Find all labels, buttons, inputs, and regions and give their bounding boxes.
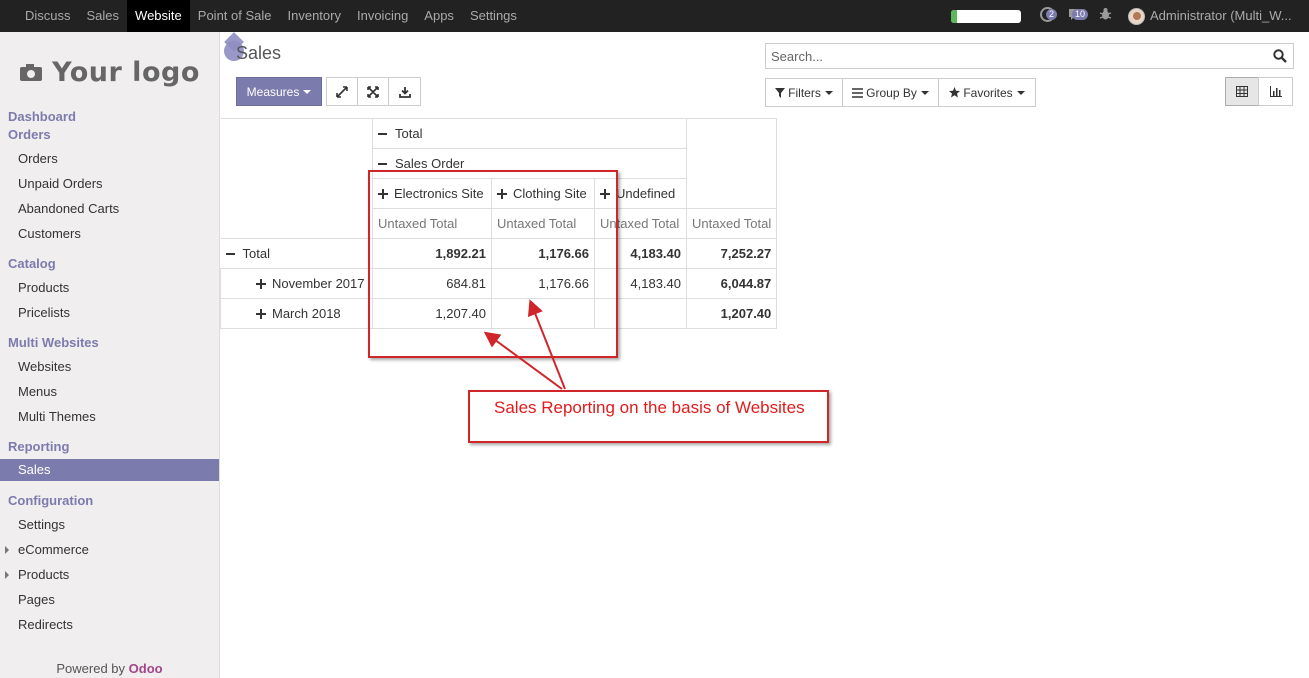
sidebar-section-multi-websites[interactable]: Multi Websites	[8, 335, 99, 350]
collapse-icon	[378, 162, 387, 165]
pivot-col-header-undefined-label: Undefined	[616, 186, 676, 201]
download-icon	[398, 86, 411, 98]
pivot-row-header-november-2017[interactable]: November 2017	[220, 268, 373, 299]
app-menu: Discuss Sales Website Point of Sale Inve…	[17, 0, 525, 32]
bar-chart-icon	[1269, 86, 1282, 97]
sidebar-section-configuration[interactable]: Configuration	[8, 493, 93, 508]
pivot-row-header-total-label: Total	[242, 246, 270, 261]
pivot-view-button[interactable]	[1225, 77, 1259, 106]
download-button[interactable]	[388, 77, 421, 106]
caret-down-icon	[1016, 90, 1025, 95]
pivot-row-header-march-2018-label: March 2018	[272, 306, 341, 321]
messages-badge: 2	[1046, 9, 1058, 20]
activities-badge: 10	[1072, 9, 1089, 20]
sidebar-item-redirects[interactable]: Redirects	[18, 617, 73, 632]
menu-point-of-sale[interactable]: Point of Sale	[190, 0, 280, 32]
pivot-col-header-total-label: Total	[395, 126, 423, 141]
pivot-row-header-march-2018[interactable]: March 2018	[220, 298, 373, 329]
sidebar-item-abandoned-carts[interactable]: Abandoned Carts	[18, 201, 119, 216]
sidebar-item-orders[interactable]: Orders	[18, 151, 58, 166]
pivot-corner	[220, 118, 373, 239]
star-icon	[949, 87, 961, 98]
page-title: Sales	[236, 43, 282, 63]
list-icon	[852, 87, 864, 98]
favorites-label: Favorites	[963, 85, 1013, 100]
sidebar-dashboard[interactable]: Dashboard	[8, 109, 76, 124]
menu-discuss[interactable]: Discuss	[17, 0, 79, 32]
measures-label: Measures	[246, 84, 300, 99]
annotation-text: Sales Reporting on the basis of Websites	[494, 398, 805, 417]
menu-apps[interactable]: Apps	[416, 0, 462, 32]
menu-website[interactable]: Website	[127, 0, 190, 32]
flip-axis-icon	[336, 85, 348, 98]
expand-caret-icon[interactable]	[5, 546, 9, 554]
menu-inventory[interactable]: Inventory	[280, 0, 349, 32]
sidebar-item-pricelists[interactable]: Pricelists	[18, 305, 70, 320]
pivot-empty-header	[685, 118, 778, 209]
sidebar-section-reporting[interactable]: Reporting	[8, 439, 69, 454]
powered-by: Powered by Odoo	[0, 661, 219, 676]
sidebar-section-orders[interactable]: Orders	[8, 127, 51, 142]
pivot-cell-total[interactable]: 1,207.40	[685, 298, 778, 329]
progress-fill	[951, 10, 957, 23]
sidebar-item-multi-themes[interactable]: Multi Themes	[18, 409, 96, 424]
sidebar-item-ecommerce[interactable]: eCommerce	[18, 542, 89, 557]
expand-caret-icon[interactable]	[5, 571, 9, 579]
graph-view-button[interactable]	[1258, 77, 1293, 106]
group-by-button[interactable]: Group By	[842, 78, 939, 107]
logo-text: Your logo	[52, 56, 200, 88]
search-bar	[765, 43, 1294, 69]
expand-plus-icon	[256, 308, 266, 319]
filters-label: Filters	[788, 85, 821, 100]
sidebar-item-menus[interactable]: Menus	[18, 384, 57, 399]
collapse-icon	[225, 252, 235, 255]
onboarding-progress-bar[interactable]	[951, 10, 1021, 23]
pivot-cell-total[interactable]: 7,252.27	[685, 238, 778, 269]
sidebar-item-unpaid-orders[interactable]: Unpaid Orders	[18, 176, 103, 191]
user-avatar[interactable]	[1128, 8, 1145, 25]
table-icon	[1236, 86, 1248, 97]
menu-invoicing[interactable]: Invoicing	[349, 0, 416, 32]
search-icon[interactable]	[1273, 49, 1287, 63]
flip-axis-button[interactable]	[326, 77, 358, 106]
pivot-col-header-total[interactable]: Total	[372, 118, 687, 149]
caret-down-icon	[824, 90, 833, 95]
pivot-measure-header[interactable]: Untaxed Total	[685, 208, 778, 239]
sidebar-item-settings[interactable]: Settings	[18, 517, 65, 532]
user-menu[interactable]: Administrator (Multi_W...	[1150, 0, 1308, 32]
sidebar-section-catalog[interactable]: Catalog	[8, 256, 56, 271]
sidebar-item-websites[interactable]: Websites	[18, 359, 71, 374]
sidebar-item-sales-report[interactable]: Sales	[0, 459, 219, 481]
annotation-highlight-box	[368, 170, 618, 358]
collapse-icon	[378, 132, 387, 135]
sidebar-item-config-products[interactable]: Products	[18, 567, 69, 582]
menu-settings[interactable]: Settings	[462, 0, 525, 32]
pivot-col-header-sales-order-label: Sales Order	[395, 156, 465, 171]
debug-bug-icon[interactable]	[1099, 7, 1112, 24]
group-by-label: Group By	[866, 85, 917, 100]
search-input[interactable]	[766, 44, 1256, 68]
expand-all-button[interactable]	[357, 77, 389, 106]
top-navbar: Discuss Sales Website Point of Sale Inve…	[0, 0, 1309, 32]
favorites-button[interactable]: Favorites	[938, 78, 1036, 107]
sidebar-item-products[interactable]: Products	[18, 280, 69, 295]
expand-arrows-icon	[367, 85, 379, 98]
filter-icon	[775, 87, 786, 98]
odoo-link[interactable]: Odoo	[129, 661, 163, 676]
pivot-cell-total[interactable]: 6,044.87	[685, 268, 778, 299]
sidebar-item-customers[interactable]: Customers	[18, 226, 81, 241]
measures-button[interactable]: Measures	[236, 77, 322, 106]
caret-down-icon	[920, 90, 929, 95]
company-logo[interactable]: Your logo	[20, 46, 200, 98]
expand-plus-icon	[256, 278, 266, 289]
pivot-row-header-november-2017-label: November 2017	[272, 276, 365, 291]
menu-sales[interactable]: Sales	[79, 0, 128, 32]
powered-by-prefix: Powered by	[56, 661, 129, 676]
camera-icon	[20, 63, 44, 81]
sidebar: Your logo Dashboard Orders Orders Unpaid…	[0, 32, 220, 678]
sidebar-item-pages[interactable]: Pages	[18, 592, 55, 607]
caret-down-icon	[303, 89, 312, 94]
pivot-row-header-total[interactable]: Total	[220, 238, 373, 269]
filters-button[interactable]: Filters	[765, 78, 843, 107]
